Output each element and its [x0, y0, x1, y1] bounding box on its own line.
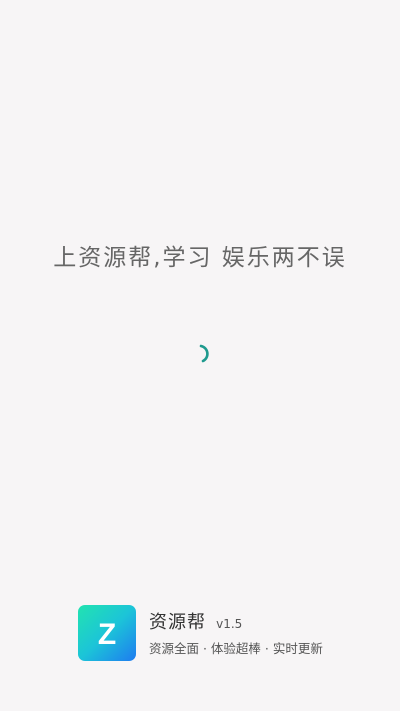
- app-name: 资源帮: [149, 612, 206, 633]
- app-logo-letter: Z: [98, 618, 116, 651]
- loading-spinner-icon: [199, 344, 209, 363]
- app-tagline: 资源全面 · 体验超棒 · 实时更新: [149, 641, 323, 656]
- app-version: v1.5: [216, 617, 243, 631]
- app-info-footer: Z 资源帮 v1.5 资源全面 · 体验超棒 · 实时更新: [78, 605, 368, 661]
- app-title-row: 资源帮 v1.5: [149, 608, 242, 634]
- app-logo-icon: Z: [78, 605, 136, 661]
- splash-slogan: 上资源帮,学习 娱乐两不误: [53, 245, 347, 271]
